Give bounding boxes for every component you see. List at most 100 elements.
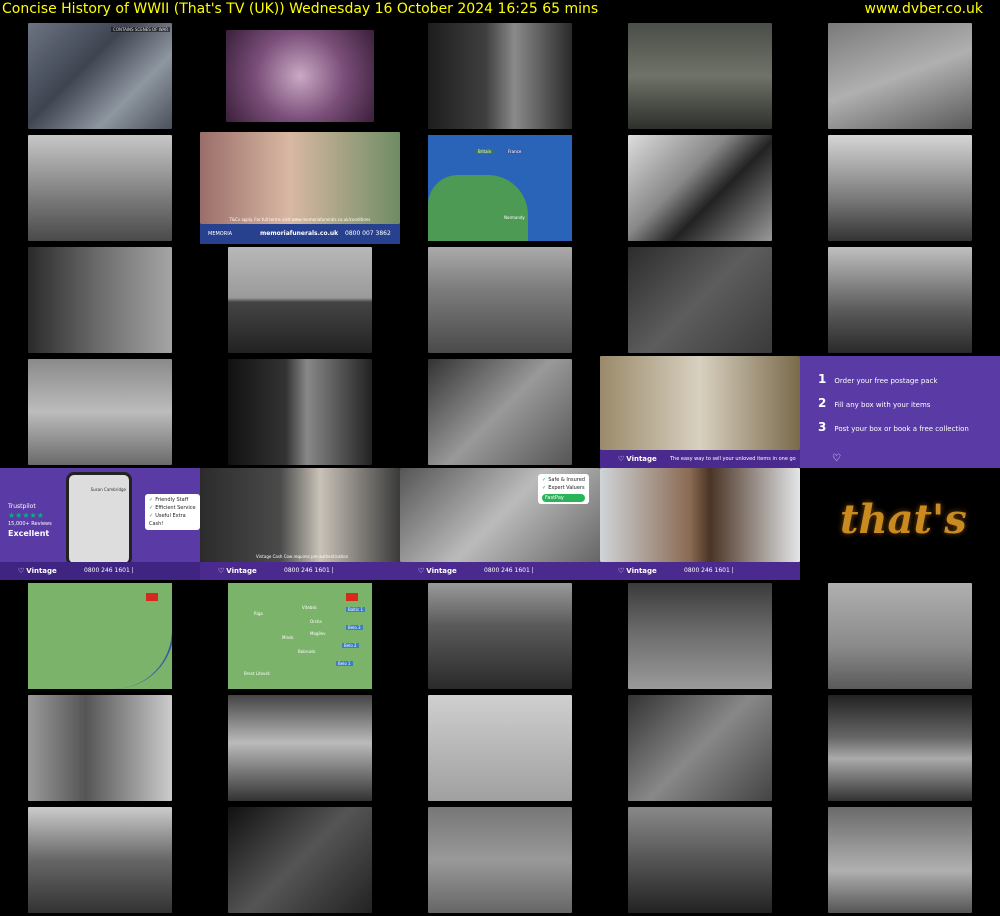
map-label-britain: Britain bbox=[476, 149, 494, 154]
video-frame bbox=[28, 247, 172, 353]
vintage-trustpilot-ad[interactable]: Trustpilot ★★★★★ 15,000+ Reviews Excelle… bbox=[0, 468, 200, 580]
map-label-france: France bbox=[506, 149, 524, 154]
memoria-url: memoriafunerals.co.uk bbox=[260, 230, 339, 237]
trustpilot-stars: ★★★★★ bbox=[8, 511, 44, 520]
step-1: 1 Order your free postage pack bbox=[818, 372, 938, 386]
thumbnail[interactable] bbox=[0, 580, 200, 692]
thumbnail[interactable] bbox=[800, 244, 1000, 356]
step-3: 3 Post your box or book a free collection bbox=[818, 420, 969, 434]
ad-room-frame bbox=[600, 356, 800, 450]
programme-title: Concise History of WWII (That's TV (UK))… bbox=[2, 1, 599, 17]
thumbnail[interactable] bbox=[200, 804, 400, 916]
reviewer-name: Susan Cambridge bbox=[90, 487, 126, 492]
vintage-brand: Vintage bbox=[618, 450, 657, 468]
video-frame bbox=[628, 135, 772, 241]
thumbnail[interactable] bbox=[0, 692, 200, 804]
vintage-band: Vintage 0800 246 1601 | vintagecashcow.c… bbox=[600, 562, 800, 580]
vintage-ad-scene[interactable]: Vintage The easy way to sell your unlove… bbox=[600, 356, 800, 468]
video-frame bbox=[28, 807, 172, 913]
video-frame bbox=[828, 583, 972, 689]
channel-ident[interactable]: that's bbox=[800, 468, 1000, 580]
thumbnail[interactable] bbox=[800, 20, 1000, 132]
land-shape bbox=[428, 175, 528, 241]
video-frame bbox=[228, 695, 372, 801]
thumbnail[interactable] bbox=[200, 692, 400, 804]
video-frame bbox=[428, 247, 572, 353]
video-frame bbox=[828, 23, 972, 129]
thumbnail[interactable] bbox=[200, 244, 400, 356]
video-frame bbox=[228, 359, 372, 465]
thumbnail[interactable] bbox=[400, 20, 600, 132]
ad-disclaimer: Vintage Cash Cow requires pre-authentica… bbox=[256, 554, 349, 559]
channel-logo: that's bbox=[840, 496, 967, 543]
phone-mock: Susan Cambridge bbox=[66, 472, 132, 566]
thumbnail[interactable] bbox=[0, 356, 200, 468]
video-frame bbox=[828, 247, 972, 353]
thumbnail[interactable]: Britain France Normandy bbox=[400, 132, 600, 244]
thumbnail[interactable] bbox=[600, 244, 800, 356]
thumbnail[interactable] bbox=[200, 356, 400, 468]
thumbnail[interactable] bbox=[0, 244, 200, 356]
heart-icon: ♡ bbox=[832, 453, 841, 464]
site-link[interactable]: www.dvber.co.uk bbox=[864, 0, 983, 19]
memoria-band: MEMORIA memoriafunerals.co.uk 0800 007 3… bbox=[200, 224, 400, 244]
thumbnail[interactable] bbox=[600, 20, 800, 132]
video-frame bbox=[228, 247, 372, 353]
vintage-band: Vintage 0800 246 1601 | vintagecashcow.c… bbox=[200, 562, 400, 580]
thumbnail[interactable] bbox=[400, 692, 600, 804]
header-bar: Concise History of WWII (That's TV (UK))… bbox=[0, 0, 1000, 20]
vintage-slogan: The easy way to sell your unloved items … bbox=[670, 456, 796, 462]
feature-list: ✓ Friendly Staff ✓ Efficient Service ✓ Usef… bbox=[145, 494, 200, 530]
vintage-band: Vintage 0800 246 1601 | vintagecashcow.c… bbox=[0, 562, 200, 580]
ad-presenter-frame bbox=[200, 132, 400, 224]
flag-icon bbox=[346, 593, 358, 601]
fastpay-badge: FastPay bbox=[542, 494, 585, 502]
fronts-map: Riga Vitebsk Orsha Mogilev Minsk Bobruis… bbox=[228, 583, 372, 689]
thumbnail[interactable] bbox=[400, 244, 600, 356]
thumbnail[interactable] bbox=[0, 804, 200, 916]
normandy-map: Britain France Normandy bbox=[428, 135, 572, 241]
thumbnail[interactable] bbox=[400, 356, 600, 468]
trustpilot-panel: Trustpilot ★★★★★ 15,000+ Reviews Excelle… bbox=[0, 468, 200, 580]
ad-subtitle: T&Cs apply. For full terms visit www.mem… bbox=[229, 217, 371, 222]
video-frame bbox=[628, 247, 772, 353]
video-frame bbox=[228, 807, 372, 913]
vintage-ad-woman[interactable]: Vintage 0800 246 1601 | vintagecashcow.c… bbox=[600, 468, 800, 580]
thumbnail[interactable] bbox=[200, 20, 400, 132]
video-frame bbox=[628, 807, 772, 913]
vintage-steps-ad[interactable]: 1 Order your free postage pack 2 Fill any … bbox=[800, 356, 1000, 468]
thumbnail[interactable] bbox=[400, 804, 600, 916]
warning-caption: CONTAINS SCENES OF WAR bbox=[111, 27, 170, 32]
thumbnail[interactable] bbox=[600, 132, 800, 244]
thumbnail[interactable] bbox=[600, 692, 800, 804]
thumbnail[interactable] bbox=[800, 132, 1000, 244]
thumbnail[interactable] bbox=[400, 580, 600, 692]
river-line bbox=[28, 583, 172, 689]
vintage-ad-man[interactable]: Vintage Cash Cow requires pre-authentica… bbox=[200, 468, 400, 580]
video-frame bbox=[428, 23, 572, 129]
trustpilot-block: Trustpilot ★★★★★ 15,000+ Reviews Excelle… bbox=[8, 503, 52, 538]
thumbnail-grid: CONTAINS SCENES OF WAR T&Cs apply. For f… bbox=[0, 20, 1000, 916]
video-frame bbox=[428, 695, 572, 801]
video-frame bbox=[628, 23, 772, 129]
memoria-logo: MEMORIA bbox=[208, 231, 233, 237]
thumbnail[interactable] bbox=[0, 132, 200, 244]
thumbnail[interactable]: Riga Vitebsk Orsha Mogilev Minsk Bobruis… bbox=[200, 580, 400, 692]
thumbnail[interactable] bbox=[600, 580, 800, 692]
step-2: 2 Fill any box with your items bbox=[818, 396, 931, 410]
vintage-band: Vintage 0800 246 1601 | vintagecashcow.c… bbox=[400, 562, 600, 580]
thumbnail[interactable] bbox=[800, 580, 1000, 692]
memoria-ad[interactable]: T&Cs apply. For full terms visit www.mem… bbox=[200, 132, 400, 244]
thumbnail[interactable] bbox=[800, 804, 1000, 916]
thumbnail[interactable] bbox=[600, 804, 800, 916]
ad-frame bbox=[600, 468, 800, 562]
video-frame bbox=[828, 807, 972, 913]
vintage-ad-jeweller[interactable]: ✓ Safe & Insured ✓ Expert Valuers FastPay … bbox=[400, 468, 600, 580]
video-frame bbox=[226, 30, 374, 122]
thumbnail[interactable] bbox=[800, 692, 1000, 804]
thumbnail[interactable]: CONTAINS SCENES OF WAR bbox=[0, 20, 200, 132]
vintage-band: Vintage The easy way to sell your unlove… bbox=[600, 450, 800, 468]
video-frame bbox=[628, 583, 772, 689]
video-frame bbox=[28, 695, 172, 801]
video-frame bbox=[28, 135, 172, 241]
